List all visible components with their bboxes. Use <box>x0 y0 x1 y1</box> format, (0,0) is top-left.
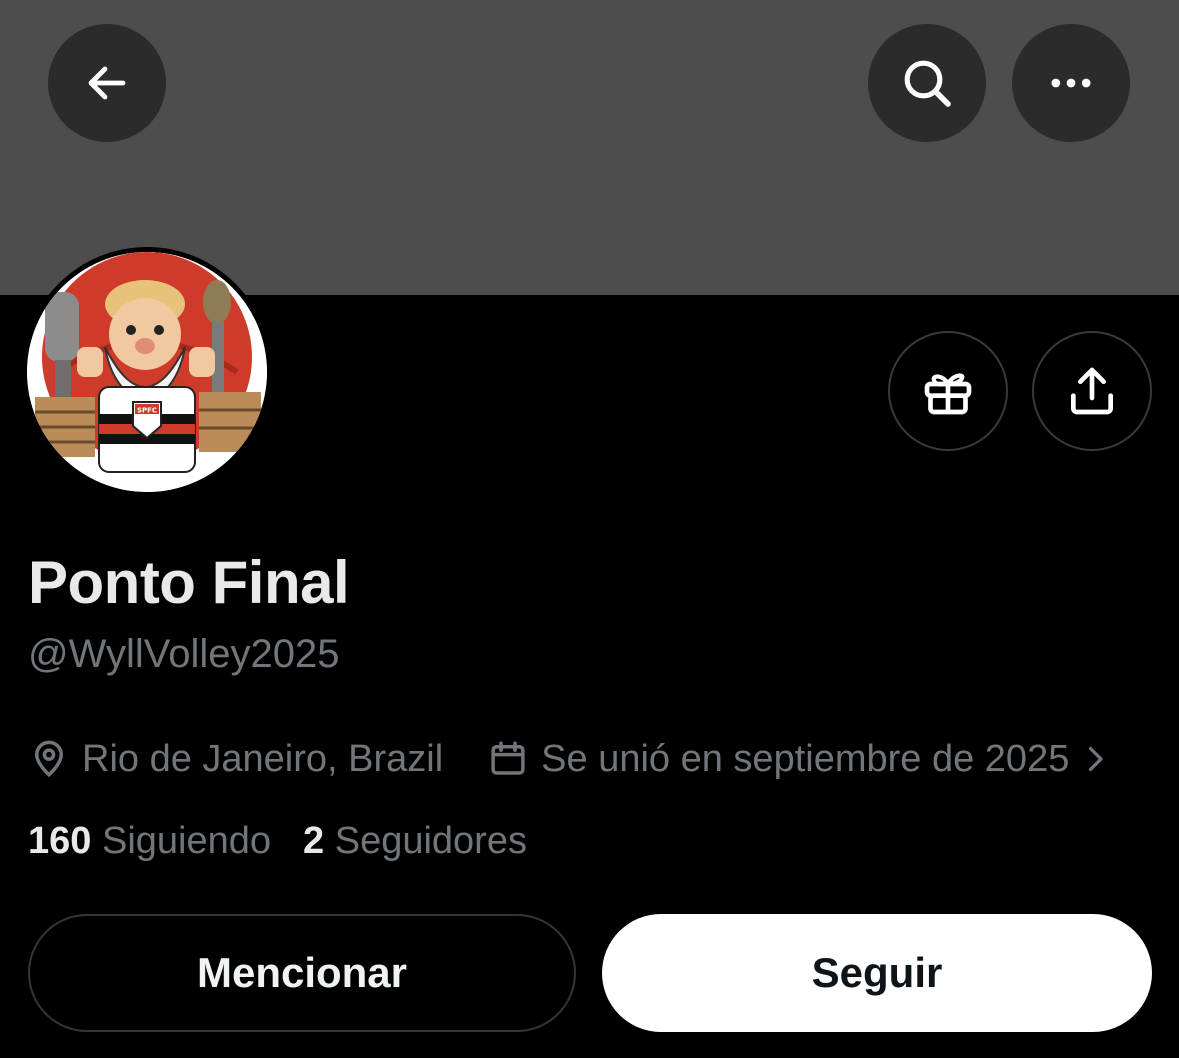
following-link[interactable]: 160 Siguiendo <box>28 820 271 862</box>
location-pin-icon <box>34 740 64 778</box>
profile-name: Ponto Final <box>28 549 350 616</box>
joined-date-link[interactable]: Se unió en septiembre de 2025 <box>487 738 1113 781</box>
svg-text:SPFC: SPFC <box>137 407 157 415</box>
avatar-frame[interactable]: SPFC <box>22 247 272 497</box>
followers-label: Seguidores <box>334 820 527 862</box>
mention-button[interactable]: Mencionar <box>28 914 576 1032</box>
search-button[interactable] <box>868 24 986 142</box>
followers-count: 2 <box>303 820 325 862</box>
joined-text: Se unió en septiembre de 2025 <box>541 737 1070 780</box>
more-horizontal-icon <box>1051 78 1091 88</box>
gift-icon <box>924 373 972 415</box>
share-icon <box>1071 367 1113 415</box>
arrow-left-icon <box>88 66 126 100</box>
more-options-button[interactable] <box>1012 24 1130 142</box>
followers-link[interactable]: 2 Seguidores <box>303 820 527 862</box>
search-icon <box>904 60 951 107</box>
avatar-illustration: SPFC <box>27 252 267 492</box>
follow-button[interactable]: Seguir <box>602 914 1152 1032</box>
share-button[interactable] <box>1032 331 1152 451</box>
profile-meta: Rio de Janeiro, Brazil Se unió en septie… <box>28 734 1113 784</box>
chevron-right-icon <box>1089 746 1103 772</box>
avatar[interactable]: SPFC <box>27 252 267 492</box>
profile-handle: @WyllVolley2025 <box>28 632 340 676</box>
location-text: Rio de Janeiro, Brazil <box>82 737 444 780</box>
calendar-icon <box>491 741 525 775</box>
following-count: 160 <box>28 820 92 862</box>
back-button[interactable] <box>48 24 166 142</box>
gift-button[interactable] <box>888 331 1008 451</box>
following-label: Siguiendo <box>101 820 272 862</box>
follow-stats: 160 Siguiendo 2 Seguidores <box>28 820 527 863</box>
